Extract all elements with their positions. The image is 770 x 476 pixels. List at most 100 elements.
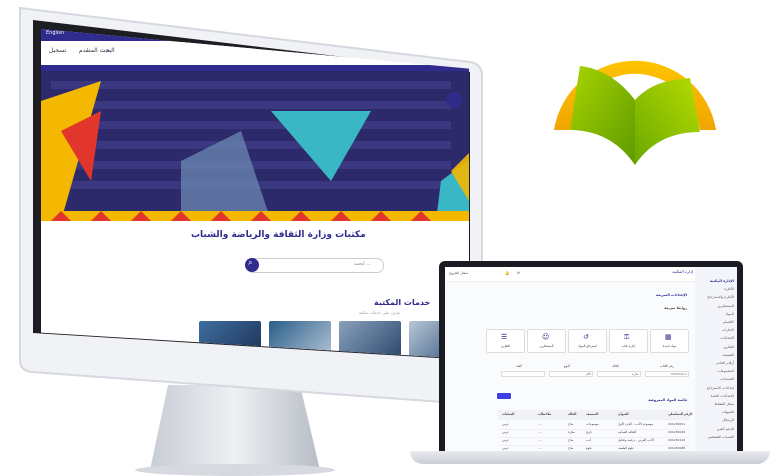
quick-link-label: استرجاع المواد [578,344,597,348]
table-cell: — [538,430,541,434]
sidebar-item[interactable]: الحساب الشخصي [708,435,734,439]
table-cell: — [538,438,541,442]
admin-topbar: إدارة المكتبة سجل الخروج 🔔 ✉ [445,267,695,282]
table-cell: متاح [568,438,574,442]
table-header-cell: العنوان [618,412,629,416]
table-header-cell: ملاحظات [538,412,552,416]
laptop: الإدارة المكتبة الأعارة الأعارة والاسترجاع… [410,255,770,476]
laptop-screen: الإدارة المكتبة الأعارة الأعارة والاسترجاع… [445,267,737,451]
page-title: الإعدادات السريعة [656,293,687,297]
table-cell: علوم الطبيعة [618,446,635,450]
library-logo [554,60,716,165]
table-cell: — [538,422,541,426]
table-header-cell: التصنيف [586,412,599,416]
login-link[interactable]: تسجيل [49,47,66,54]
users-icon: ☺ [542,333,550,341]
sidebar-item[interactable]: الأعارة والاسترجاع [707,295,734,299]
table-cell: موسوعات [586,422,599,426]
view-button[interactable]: عرض [502,446,509,450]
table-header-cell: الرقم التسلسلي [668,412,693,416]
sidebar-item[interactable]: المواد [726,312,734,316]
sidebar-item[interactable]: الدعم الفني [717,427,734,431]
sidebar-item[interactable]: التصنيف [722,353,734,357]
quick-link-label: التقارير [500,344,511,348]
search-button[interactable] [497,393,511,399]
table-cell: علوم [586,446,593,450]
table-cell: الثقافة العمانية [618,430,637,434]
quick-link-button[interactable]: ↺ استرجاع المواد [568,329,607,353]
filter-field[interactable] [501,371,545,377]
table-cell: موسوعة الأدب - الجزء الأول [618,422,654,426]
sidebar-item[interactable]: الإعدادات [720,336,734,340]
quick-link-button[interactable]: ▦ مواد جديدة [650,329,689,353]
quick-link-label: إعارة كتاب [621,344,636,348]
sidebar-item[interactable]: التقارير [723,345,734,349]
quick-link-button[interactable]: ⚿ إعارة كتاب [609,329,648,353]
sidebar-item[interactable]: الأعارة [724,287,734,291]
filter-label: الحالة [612,364,620,368]
table-cell: تاريخ [586,430,592,434]
sidebar-item[interactable]: التنبيهات [722,410,734,414]
mail-icon[interactable]: ✉ [517,271,520,275]
language-switch[interactable]: English [46,30,64,36]
sidebar-item[interactable]: إعدادات الاسترجاع [707,386,734,390]
view-button[interactable]: عرض [502,430,509,434]
report-icon: ☰ [501,333,508,341]
sidebar-item[interactable]: المجموعات [717,369,734,373]
admin-sidebar: الإدارة المكتبة الأعارة الأعارة والاسترجاع… [694,267,737,451]
table-cell: متاح [568,446,574,450]
banner-art [41,71,469,221]
table-header-cell: العمليات [502,412,515,416]
admin-main: الإعدادات السريعة روابط سريعة ▦ مواد جديد… [445,282,695,451]
table-cell: 201230001 [668,422,686,426]
grid-icon: ▦ [665,333,672,341]
table-cell: — [538,446,541,450]
filter-label: النوع [564,364,570,368]
logout-link[interactable]: سجل الخروج [449,271,468,275]
table-cell: 201230088 [668,446,686,450]
quick-link-label: المستعارين [539,344,554,348]
table-cell: أدب [586,438,591,442]
table-header-cell: الحالة [568,412,577,416]
logo-book-right [635,78,700,165]
laptop-base [410,451,770,464]
table-row[interactable]: 201230088 علوم الطبيعة علوم متاح — عرض [498,444,690,451]
return-icon: ↺ [583,333,589,341]
hero-search-placeholder: ابحث ... [353,261,371,267]
hero-search-input[interactable]: ابحث ... [246,258,384,273]
filter-field[interactable]: معارة [597,371,641,377]
hero-title: مكتبات وزارة الثقافة والرياضة والشباب [191,230,366,240]
table-title: قائمة المواد المعروضة [648,398,687,402]
table-header: الرقم التسلسلي العنوان التصنيف الحالة ملاحظا… [498,410,693,420]
quick-link-button[interactable]: ☺ المستعارين [527,329,566,353]
services-subtitle: تعرف على خدمات مكتبة [359,310,400,315]
table-cell: 201230045 [668,430,686,434]
table-cell: الأدب العربي - دراسة وتحليل [618,438,654,442]
hero-banner [41,71,469,221]
sidebar-item[interactable]: سجل النشاط [715,402,734,406]
bell-icon[interactable]: 🔔 [505,271,509,275]
key-icon: ⚿ [624,333,630,341]
hero-search-button[interactable]: ⌕ [245,258,259,272]
sidebar-item[interactable]: الرسائل [722,418,734,422]
sidebar-item[interactable]: الاقسام [723,320,734,324]
view-button[interactable]: عرض [502,438,509,442]
quick-link-button[interactable]: ☰ التقارير [486,329,525,353]
monitor-screen: English تسجيل البحث المتقدم ⌕ مكتبات وزا… [41,29,469,359]
view-button[interactable]: عرض [502,422,509,426]
search-icon: ⌕ [248,258,253,267]
sidebar-item[interactable]: أرقام الخادم [716,361,734,365]
search-icon[interactable]: ⌕ [106,47,110,56]
sidebar-item[interactable]: المستعارين [718,304,734,308]
filter-field[interactable]: الكل [549,371,593,377]
ministry-logo [446,92,462,108]
sidebar-item[interactable]: الإعدادات العامة [711,394,734,398]
sidebar-item[interactable]: الإدارة المكتبة [710,279,734,283]
filter-label: رقم الكتاب [660,364,674,368]
sidebar-item[interactable]: الاعارات [722,328,734,332]
filter-field[interactable]: 0000000-X [645,371,689,377]
table-cell: متاح [568,422,574,426]
table-cell: 201230110 [668,438,686,442]
filter-label: الفئة [516,364,522,368]
sidebar-item[interactable]: الحسابات [720,377,734,381]
